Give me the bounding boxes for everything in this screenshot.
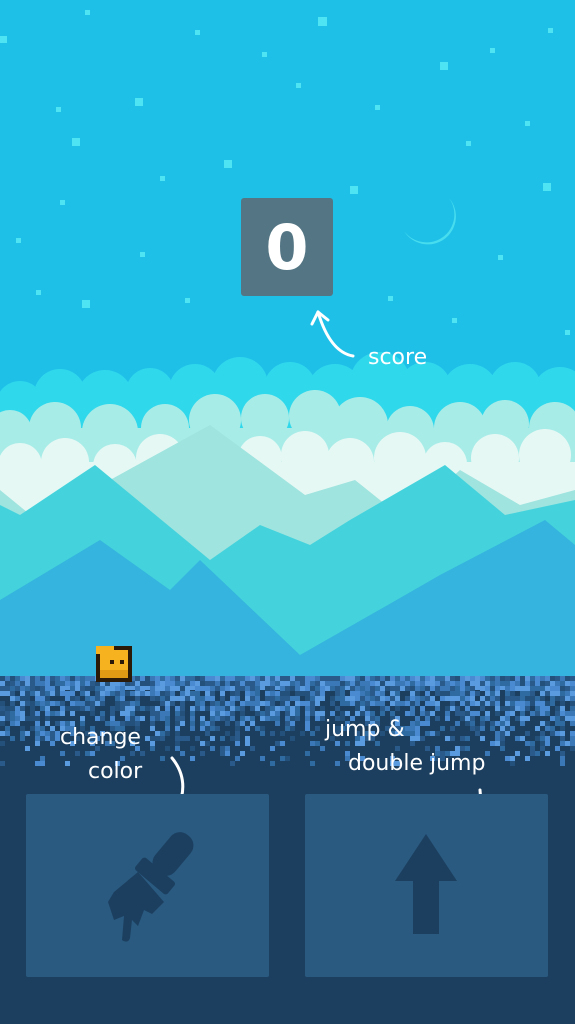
paint-brush-icon — [108, 832, 194, 942]
score-display: 0 — [241, 198, 333, 296]
change-color-button[interactable] — [26, 794, 269, 977]
color-hint-line2: color — [88, 759, 143, 784]
score-hint-label: score — [368, 345, 428, 370]
player-character — [96, 646, 132, 682]
jump-button[interactable] — [305, 794, 548, 977]
jump-hint-line2: double jump — [348, 751, 486, 776]
arrow-up-icon — [395, 834, 457, 934]
game-screen: 0 score change color jump & double jump — [0, 0, 575, 1024]
jump-hint-line1: jump & — [325, 717, 405, 742]
color-hint-line1: change — [60, 725, 141, 750]
